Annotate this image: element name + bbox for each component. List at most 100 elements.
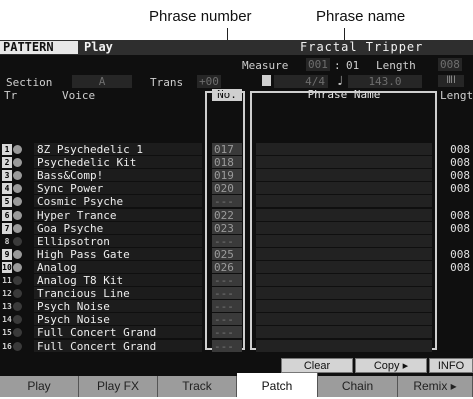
phrase-number[interactable]: --- [212,313,242,326]
table-row[interactable]: 1 8Z Psychedelic 1 017 008 [0,143,473,156]
phrase-number[interactable]: --- [212,339,242,353]
table-row[interactable]: 13 Psych Noise --- [0,300,473,313]
phrase-name[interactable] [256,339,432,352]
voice-name[interactable]: Psych Noise [34,313,202,326]
phrase-number[interactable]: 025 [212,247,242,261]
table-row[interactable]: 2 Psychedelic Kit 018 008 [0,156,473,169]
table-row[interactable]: 10 Analog 026 008 [0,260,473,274]
voice-name[interactable]: Full Concert Grand [34,326,202,339]
pattern-length[interactable]: 008 [438,58,462,71]
tab-label: Track [182,379,212,393]
table-row[interactable]: 12 Trancious Line --- [0,287,473,300]
copy-button[interactable]: Copy ▸ [355,358,427,373]
phrase-length [442,195,473,207]
tab-play-fx[interactable]: Play FX [79,376,158,397]
tab-label: Chain [341,379,374,393]
voice-name[interactable]: Trancious Line [34,287,202,300]
voice-header: Voice [62,89,96,102]
phrase-name[interactable] [256,274,432,286]
track-number: 3 [2,170,12,182]
phrase-name[interactable] [256,169,432,182]
voice-name[interactable]: Analog [34,260,202,274]
phrase-length: 008 [450,156,470,170]
tab-track[interactable]: Track [158,376,237,397]
phrase-number[interactable]: 023 [212,221,242,235]
voice-name[interactable]: Analog T8 Kit [34,274,202,287]
phrase-name[interactable] [256,221,432,234]
tab-patch[interactable]: Patch [237,373,318,397]
voice-name[interactable]: Cosmic Psyche [34,195,202,208]
table-row[interactable]: 5 Cosmic Psyche --- [0,195,473,208]
table-row[interactable]: 8 Ellipsotron --- [0,234,473,248]
phrase-name[interactable] [256,326,432,339]
voice-name[interactable]: Bass&Comp! [34,169,202,182]
voice-name[interactable]: Psych Noise [34,300,202,313]
voice-name[interactable]: Hyper Trance [34,208,202,222]
voice-name[interactable]: High Pass Gate [34,247,202,261]
phrase-number[interactable]: 022 [212,208,242,222]
track-status-icon [13,315,22,325]
table-row[interactable]: 15 Full Concert Grand --- [0,326,473,339]
phrase-number[interactable]: 017 [212,143,242,156]
phrase-number[interactable]: --- [212,234,242,248]
phrase-name[interactable] [256,156,432,169]
tab-chain[interactable]: Chain [318,376,398,397]
phrase-number[interactable]: 019 [212,169,242,182]
track-number: 7 [2,222,12,234]
phrase-number[interactable]: 026 [212,260,242,274]
phrase-name[interactable] [256,260,432,273]
table-row[interactable]: 9 High Pass Gate 025 008 [0,247,473,261]
voice-name[interactable]: Psychedelic Kit [34,156,202,169]
table-row[interactable]: 7 Goa Psyche 023 008 [0,221,473,235]
pattern-play-screen: PATTERN Play Fractal Tripper Measure 001… [0,40,473,397]
track-number: 2 [2,157,12,169]
phrase-number[interactable]: --- [212,326,242,339]
phrase-number[interactable]: --- [212,274,242,287]
table-row[interactable]: 11 Analog T8 Kit --- [0,274,473,287]
info-button[interactable]: INFO [429,358,473,373]
table-row[interactable]: 6 Hyper Trance 022 008 [0,208,473,222]
tab-remix[interactable]: Remix ▸ [398,376,473,397]
voice-name[interactable]: 8Z Psychedelic 1 [34,143,202,156]
measure-beat[interactable]: 01 [346,59,359,72]
table-row[interactable]: 4 Sync Power 020 008 [0,182,473,195]
meter-icon[interactable]: ⅢⅠ [438,75,464,87]
measure-current[interactable]: 001 [306,58,330,71]
phrase-name[interactable] [256,247,432,260]
track-status-icon [13,184,22,194]
trans-value[interactable]: +00 [197,75,221,88]
phrase-number[interactable]: 020 [212,182,242,195]
table-row[interactable]: 16 Full Concert Grand --- [0,339,473,353]
voice-name[interactable]: Full Concert Grand [34,339,202,353]
phrase-length: 008 [450,247,470,261]
phrase-name[interactable] [256,300,432,313]
voice-name[interactable]: Goa Psyche [34,221,202,235]
phrase-name[interactable] [256,182,432,195]
phrase-number[interactable]: --- [212,300,242,313]
phrase-number[interactable]: --- [212,195,242,208]
track-status-icon [13,289,22,299]
tab-label: Play FX [96,379,139,393]
voice-name[interactable]: Sync Power [34,182,202,195]
clear-button[interactable]: Clear [281,358,353,373]
phrase-name[interactable] [256,287,432,300]
table-row[interactable]: 3 Bass&Comp! 019 008 [0,169,473,182]
phrase-name[interactable] [256,208,432,221]
voice-name[interactable]: Ellipsotron [34,234,202,248]
chevron-right-icon: ▸ [402,360,409,372]
track-status-icon [13,328,22,338]
phrase-name[interactable] [256,143,432,155]
phrase-name[interactable] [256,234,432,247]
tempo-value[interactable]: 143.0 [348,75,422,88]
tab-label: Patch [261,379,293,393]
phrase-name[interactable] [256,195,432,208]
table-row[interactable]: 14 Psych Noise --- [0,313,473,326]
tab-play[interactable]: Play [0,376,79,397]
section-value[interactable]: A [72,75,132,88]
time-signature[interactable]: 4/4 [274,75,328,88]
phrase-name[interactable] [256,313,432,326]
phrase-number[interactable]: 018 [212,156,242,169]
tab-label: Play [27,379,51,393]
track-number: 15 [2,328,12,338]
phrase-number[interactable]: --- [212,287,242,300]
